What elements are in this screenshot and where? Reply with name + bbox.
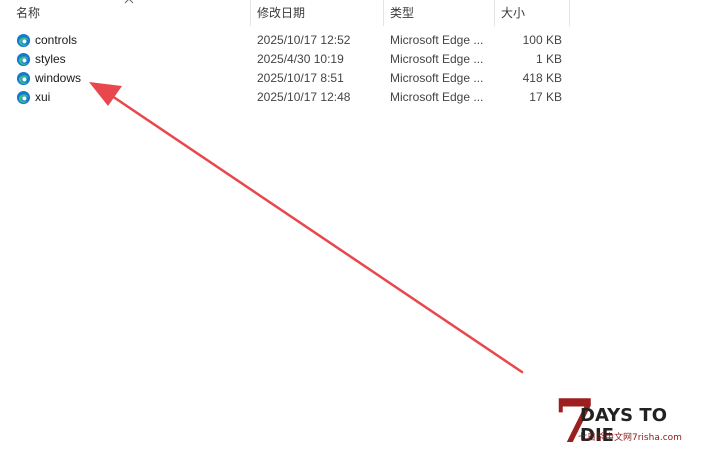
file-modified: 2025/10/17 8:51 [257,71,344,85]
file-size: 1 KB [535,52,562,66]
sort-ascending-icon [124,0,134,4]
edge-icon [16,71,31,86]
watermark-site-text: 七日杀中文网7risha.com [578,433,682,443]
file-name: xui [35,90,51,104]
file-modified: 2025/10/17 12:48 [257,90,351,104]
column-header-size[interactable]: 大小 [495,0,569,26]
file-modified: 2025/10/17 12:52 [257,33,351,47]
column-header-type[interactable]: 类型 [384,0,494,26]
edge-icon [16,33,31,48]
column-divider[interactable] [569,0,570,26]
file-type: Microsoft Edge ... [390,52,484,66]
file-modified: 2025/4/30 10:19 [257,52,344,66]
file-name: windows [35,71,82,85]
column-header-modified[interactable]: 修改日期 [251,0,383,26]
column-header-modified-label: 修改日期 [257,6,306,20]
file-type: Microsoft Edge ... [390,33,484,47]
site-watermark: 7 DAYS TO DIE 七日杀中文网7risha.com [552,392,698,456]
edge-icon [16,52,31,67]
edge-icon [16,90,31,105]
column-header-type-label: 类型 [390,6,415,20]
file-size: 100 KB [522,33,562,47]
column-header-name-label: 名称 [16,6,41,20]
file-type: Microsoft Edge ... [390,90,484,104]
file-type: Microsoft Edge ... [390,71,484,85]
file-row[interactable]: controls 2025/10/17 12:52 Microsoft Edge… [12,31,572,50]
file-name: styles [35,52,66,66]
file-size: 418 KB [522,71,562,85]
file-row[interactable]: xui 2025/10/17 12:48 Microsoft Edge ... … [12,88,572,107]
column-header-size-label: 大小 [501,6,526,20]
file-size: 17 KB [529,90,562,104]
file-row[interactable]: windows 2025/10/17 8:51 Microsoft Edge .… [12,69,572,88]
file-name: controls [35,33,78,47]
file-row[interactable]: styles 2025/4/30 10:19 Microsoft Edge ..… [12,50,572,69]
file-explorer-view: 名称 修改日期 类型 大小 controls 2025/10/17 12:52 … [0,0,705,465]
